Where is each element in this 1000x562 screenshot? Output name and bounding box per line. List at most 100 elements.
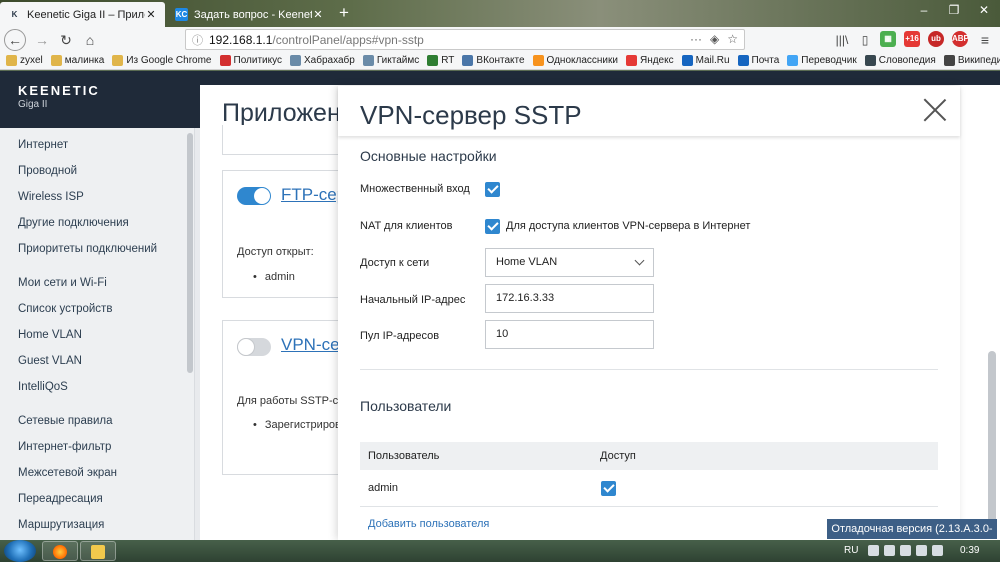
sidebar-item[interactable]: Другие подключения xyxy=(0,210,185,236)
sidebar-icon[interactable]: ▯ xyxy=(855,30,875,50)
nat-checkbox[interactable] xyxy=(485,219,500,234)
bookmark-item[interactable]: Википедия xyxy=(943,55,1000,66)
forward-arrow-icon[interactable]: → xyxy=(32,30,52,50)
bookmark-item[interactable]: RT xyxy=(427,55,454,66)
page-actions-icon[interactable]: ··· xyxy=(690,32,702,46)
bookmark-item[interactable]: Яндекс xyxy=(625,55,674,66)
bookmark-item[interactable]: Хабрахабр xyxy=(290,55,355,66)
flag-icon[interactable] xyxy=(884,545,895,556)
bookmark-label: Из Google Chrome xyxy=(126,55,212,66)
bookmark-item[interactable]: Mail.Ru xyxy=(681,55,730,66)
system-tray: RU 0:39 xyxy=(838,540,1000,562)
multiple-login-checkbox[interactable] xyxy=(485,182,500,197)
adblock-icon[interactable]: ABP xyxy=(952,31,969,47)
network-access-label: Доступ к сети xyxy=(360,257,430,269)
ftp-toggle[interactable] xyxy=(237,187,271,205)
tab-close-icon[interactable]: ✕ xyxy=(145,8,157,21)
address-bar[interactable]: ⓘ 192.168.1.1/controlPanel/apps#vpn-sstp… xyxy=(185,29,745,50)
bookmark-icon xyxy=(50,55,62,66)
browser-tab-bar: K Keenetic Giga II – Приложения ✕ KC Зад… xyxy=(0,0,1000,27)
language-indicator[interactable]: RU xyxy=(844,545,858,556)
explorer-taskbar-button[interactable] xyxy=(80,541,116,561)
sidebar-group: Сетевые правила Интернет-фильтр Межсетевой… xyxy=(0,408,185,538)
extension-grid-icon[interactable]: ▦ xyxy=(880,31,896,47)
main-settings-heading: Основные настройки xyxy=(360,148,497,164)
ublock-icon[interactable]: ub xyxy=(928,31,944,47)
tray-app-icon[interactable] xyxy=(868,545,879,556)
pocket-icon[interactable]: ◈ xyxy=(710,32,719,46)
window-close-button[interactable]: ✕ xyxy=(970,0,998,20)
sidebar-item[interactable]: Сетевые правила xyxy=(0,408,185,434)
bookmark-star-icon[interactable]: ☆ xyxy=(727,32,738,46)
bookmark-item[interactable]: Из Google Chrome xyxy=(112,55,212,66)
tray-extra-icon[interactable] xyxy=(932,545,943,556)
nat-description: Для доступа клиентов VPN-сервера в Интер… xyxy=(506,220,751,232)
page-scrollbar[interactable] xyxy=(988,351,996,531)
multiple-login-label: Множественный вход xyxy=(360,183,470,195)
sidebar-item[interactable]: Home VLAN xyxy=(0,322,185,348)
keenetic-logo: KEENETIC xyxy=(18,83,100,98)
sidebar: Интернет Проводной Wireless ISP Другие подк… xyxy=(0,128,195,540)
reload-icon[interactable]: ↻ xyxy=(56,30,76,50)
clock[interactable]: 0:39 xyxy=(960,545,979,556)
bookmark-icon xyxy=(427,55,439,66)
close-icon[interactable] xyxy=(922,97,948,123)
network-access-select[interactable]: Home VLAN xyxy=(485,248,654,277)
bookmark-item[interactable]: малинка xyxy=(50,55,104,66)
bookmark-icon xyxy=(290,55,301,66)
sidebar-item[interactable]: Guest VLAN xyxy=(0,348,185,374)
bookmark-item[interactable]: Почта xyxy=(737,55,779,66)
tab-close-icon[interactable]: ✕ xyxy=(312,8,324,21)
sidebar-item[interactable]: Маршрутизация xyxy=(0,512,185,538)
sidebar-item[interactable]: Интернет-фильтр xyxy=(0,434,185,460)
vpn-toggle[interactable] xyxy=(237,338,271,356)
tab-community[interactable]: KC Задать вопрос - Keenetic Com ✕ xyxy=(167,2,332,27)
start-ip-input[interactable]: 172.16.3.33 xyxy=(485,284,654,313)
url-path: /controlPanel/apps#vpn-sstp xyxy=(272,32,424,47)
firefox-taskbar-button[interactable] xyxy=(42,541,78,561)
network-icon[interactable] xyxy=(900,545,911,556)
device-model: Giga II xyxy=(18,99,48,110)
home-icon[interactable]: ⌂ xyxy=(80,30,100,50)
user-access-checkbox[interactable] xyxy=(601,481,616,496)
sidebar-item[interactable]: Проводной xyxy=(0,158,185,184)
ip-pool-input[interactable]: 10 xyxy=(485,320,654,349)
sidebar-item[interactable]: Список устройств xyxy=(0,296,185,322)
url-host: 192.168.1.1 xyxy=(209,32,273,47)
bookmark-item[interactable]: Политикус xyxy=(219,55,282,66)
start-button[interactable] xyxy=(4,540,36,562)
bookmark-item[interactable]: Переводчик xyxy=(787,55,857,66)
library-icon[interactable]: |||\ xyxy=(832,30,852,50)
users-table-header: Пользователь Доступ xyxy=(360,442,938,470)
minimize-button[interactable]: – xyxy=(910,0,938,20)
menu-icon[interactable]: ≡ xyxy=(975,30,995,50)
maximize-button[interactable]: ❐ xyxy=(940,0,968,20)
ftp-user: admin xyxy=(253,271,295,283)
bookmark-icon xyxy=(112,55,124,66)
bookmark-item[interactable]: Одноклассники xyxy=(532,55,618,66)
speaker-icon[interactable] xyxy=(916,545,927,556)
sidebar-item[interactable]: Переадресация xyxy=(0,486,185,512)
tab-keenetic-apps[interactable]: K Keenetic Giga II – Приложения ✕ xyxy=(0,2,165,27)
extension-badge[interactable]: +16 xyxy=(904,31,920,47)
bookmark-icon xyxy=(737,55,749,66)
nat-label: NAT для клиентов xyxy=(360,220,453,232)
bookmark-item[interactable]: Гиктаймс xyxy=(362,55,419,66)
bookmark-item[interactable]: ВКонтакте xyxy=(462,55,525,66)
sidebar-item[interactable]: Мои сети и Wi-Fi xyxy=(0,270,185,296)
bookmark-label: Переводчик xyxy=(801,55,857,66)
access-column-header: Доступ xyxy=(600,450,636,462)
sidebar-item[interactable]: Межсетевой экран xyxy=(0,460,185,486)
back-arrow-icon[interactable]: ← xyxy=(4,29,26,51)
sidebar-item[interactable]: Приоритеты подключений xyxy=(0,236,185,262)
info-icon[interactable]: ⓘ xyxy=(192,32,203,48)
new-tab-button[interactable]: + xyxy=(334,3,354,23)
sidebar-item[interactable]: Интернет xyxy=(0,132,185,158)
bookmark-item[interactable]: zyxel xyxy=(6,55,43,66)
bookmark-item[interactable]: Словопедия xyxy=(864,55,936,66)
sidebar-scrollbar[interactable] xyxy=(187,133,193,373)
sidebar-item[interactable]: IntelliQoS xyxy=(0,374,185,400)
bookmark-label: Одноклассники xyxy=(546,55,618,66)
sidebar-item[interactable]: Wireless ISP xyxy=(0,184,185,210)
add-user-link[interactable]: Добавить пользователя xyxy=(368,518,489,530)
